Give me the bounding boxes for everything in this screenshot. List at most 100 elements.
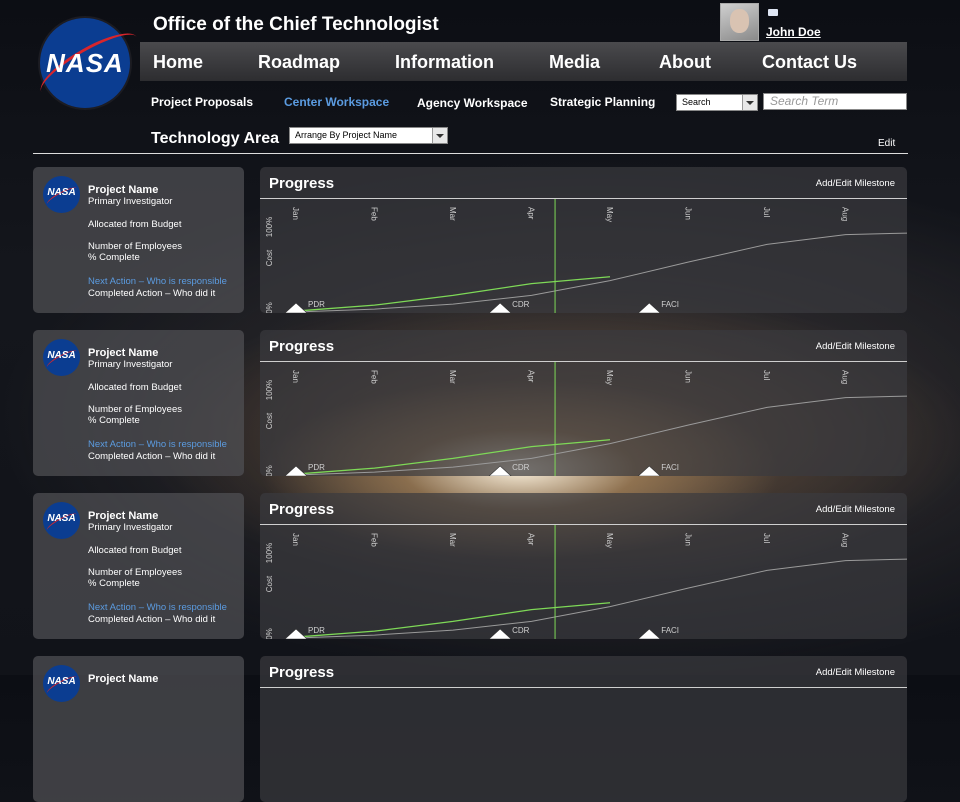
month-tick-label: Jun: [684, 533, 693, 546]
next-action-link[interactable]: Next Action – Who is responsible: [88, 276, 227, 287]
milestone-marker: [637, 302, 661, 313]
subnav-project-proposals[interactable]: Project Proposals: [151, 95, 253, 109]
month-tick-label: Aug: [841, 207, 850, 221]
month-tick-label: Jan: [291, 533, 300, 546]
arrange-by-select[interactable]: Arrange By Project Name: [289, 127, 448, 144]
progress-chart: 100%Cost0%JanFebMarAprMayJunJulAugSepPDR…: [265, 199, 907, 313]
project-card[interactable]: Project NamePrimary Investigator Allocate…: [33, 493, 244, 639]
nasa-logo-icon: [43, 502, 80, 539]
month-tick-label: Apr: [527, 533, 536, 546]
milestone-label: FACI: [661, 463, 679, 472]
project-name[interactable]: Project Name: [88, 184, 158, 196]
project-name[interactable]: Project Name: [88, 347, 158, 359]
arrange-by-value: Arrange By Project Name: [295, 130, 398, 140]
milestone-label: PDR: [308, 626, 325, 635]
nasa-logo-icon: [43, 665, 80, 702]
nav-roadmap[interactable]: Roadmap: [258, 52, 340, 73]
primary-investigator: Primary Investigator: [88, 196, 173, 207]
percent-complete: % Complete: [88, 578, 140, 589]
month-tick-label: Apr: [527, 370, 536, 383]
completed-action: Completed Action – Who did it: [88, 614, 216, 625]
month-tick-label: Jan: [291, 370, 300, 383]
month-tick-label: Jul: [762, 370, 771, 380]
month-tick-label: May: [605, 533, 614, 548]
divider: [33, 153, 908, 154]
percent-complete: % Complete: [88, 415, 140, 426]
month-tick-label: Aug: [841, 370, 850, 384]
employees-label: Number of Employees: [88, 404, 182, 415]
milestone-marker: [488, 302, 512, 313]
project-card[interactable]: Project NamePrimary Investigator Allocate…: [33, 167, 244, 313]
milestone-marker: [488, 628, 512, 639]
planned-cost-line: [295, 395, 907, 476]
actual-cost-line: [295, 602, 611, 638]
next-action-link[interactable]: Next Action – Who is responsible: [88, 439, 227, 450]
month-tick-label: Feb: [370, 533, 379, 547]
primary-investigator: Primary Investigator: [88, 359, 173, 370]
nasa-logo[interactable]: NASA: [33, 18, 145, 108]
progress-panel: Progress Add/Edit Milestone: [260, 656, 907, 802]
user-name-link[interactable]: John Doe: [766, 25, 821, 39]
nav-contact-us[interactable]: Contact Us: [762, 52, 857, 73]
employees-label: Number of Employees: [88, 567, 182, 578]
month-tick-label: Jul: [762, 533, 771, 543]
nav-about[interactable]: About: [659, 52, 711, 73]
month-tick-label: Feb: [370, 370, 379, 384]
milestone-marker: [637, 465, 661, 476]
y-axis-top-label: 100%: [265, 380, 274, 400]
progress-chart: 100%Cost0%JanFebMarAprMayJunJulAugSepPDR…: [265, 525, 907, 639]
project-card[interactable]: Project Name: [33, 656, 244, 802]
milestone-label: CDR: [512, 626, 530, 635]
search-scope-select[interactable]: Search: [676, 94, 758, 111]
milestone-label: CDR: [512, 463, 530, 472]
month-tick-label: Feb: [370, 207, 379, 221]
progress-title: Progress: [269, 664, 335, 681]
project-name[interactable]: Project Name: [88, 510, 158, 522]
month-tick-label: Aug: [841, 533, 850, 547]
avatar[interactable]: [720, 3, 759, 41]
project-card[interactable]: Project NamePrimary Investigator Allocate…: [33, 330, 244, 476]
add-edit-milestone-link[interactable]: Add/Edit Milestone: [816, 667, 895, 678]
actual-cost-line: [295, 439, 611, 475]
subnav-strategic-planning[interactable]: Strategic Planning: [550, 95, 655, 109]
milestone-marker: [637, 628, 661, 639]
month-tick-label: Jul: [762, 207, 771, 217]
nav-media[interactable]: Media: [549, 52, 600, 73]
search-input[interactable]: Search Term: [763, 93, 907, 110]
mail-icon[interactable]: [768, 9, 778, 16]
month-tick-label: Mar: [448, 370, 457, 384]
next-action-link[interactable]: Next Action – Who is responsible: [88, 602, 227, 613]
primary-investigator: Primary Investigator: [88, 522, 173, 533]
edit-link[interactable]: Edit: [878, 138, 895, 149]
site-title: Office of the Chief Technologist: [153, 14, 439, 35]
nav-home[interactable]: Home: [153, 52, 203, 73]
y-axis-top-label: 100%: [265, 217, 274, 237]
milestone-marker: [488, 465, 512, 476]
chevron-down-icon: [432, 128, 447, 143]
y-axis-title: Cost: [265, 412, 274, 429]
y-axis-bottom-label: 0%: [265, 628, 274, 639]
subnav-center-workspace[interactable]: Center Workspace: [284, 95, 389, 109]
planned-cost-line: [295, 232, 907, 313]
subnav-agency-workspace[interactable]: Agency Workspace: [417, 96, 528, 110]
main-nav: Home Roadmap Information Media About Con…: [140, 42, 907, 81]
budget-label: Allocated from Budget: [88, 545, 182, 556]
nasa-logo-icon: [43, 176, 80, 213]
progress-panel: Progress Add/Edit Milestone 100% Cost 0% Jan F…: [260, 493, 907, 639]
nav-information[interactable]: Information: [395, 52, 494, 73]
milestone-label: PDR: [308, 300, 325, 309]
y-axis-title: Cost: [265, 249, 274, 266]
employees-label: Number of Employees: [88, 241, 182, 252]
technology-area-label: Technology Area: [151, 130, 280, 147]
completed-action: Completed Action – Who did it: [88, 288, 216, 299]
month-tick-label: Jun: [684, 370, 693, 383]
y-axis-title: Cost: [265, 575, 274, 592]
month-tick-label: May: [605, 370, 614, 385]
month-tick-label: Apr: [527, 207, 536, 220]
milestone-label: CDR: [512, 300, 530, 309]
milestone-marker: [284, 628, 308, 639]
chevron-down-icon: [742, 95, 757, 110]
y-axis-bottom-label: 0%: [265, 302, 274, 313]
percent-complete: % Complete: [88, 252, 140, 263]
completed-action: Completed Action – Who did it: [88, 451, 216, 462]
